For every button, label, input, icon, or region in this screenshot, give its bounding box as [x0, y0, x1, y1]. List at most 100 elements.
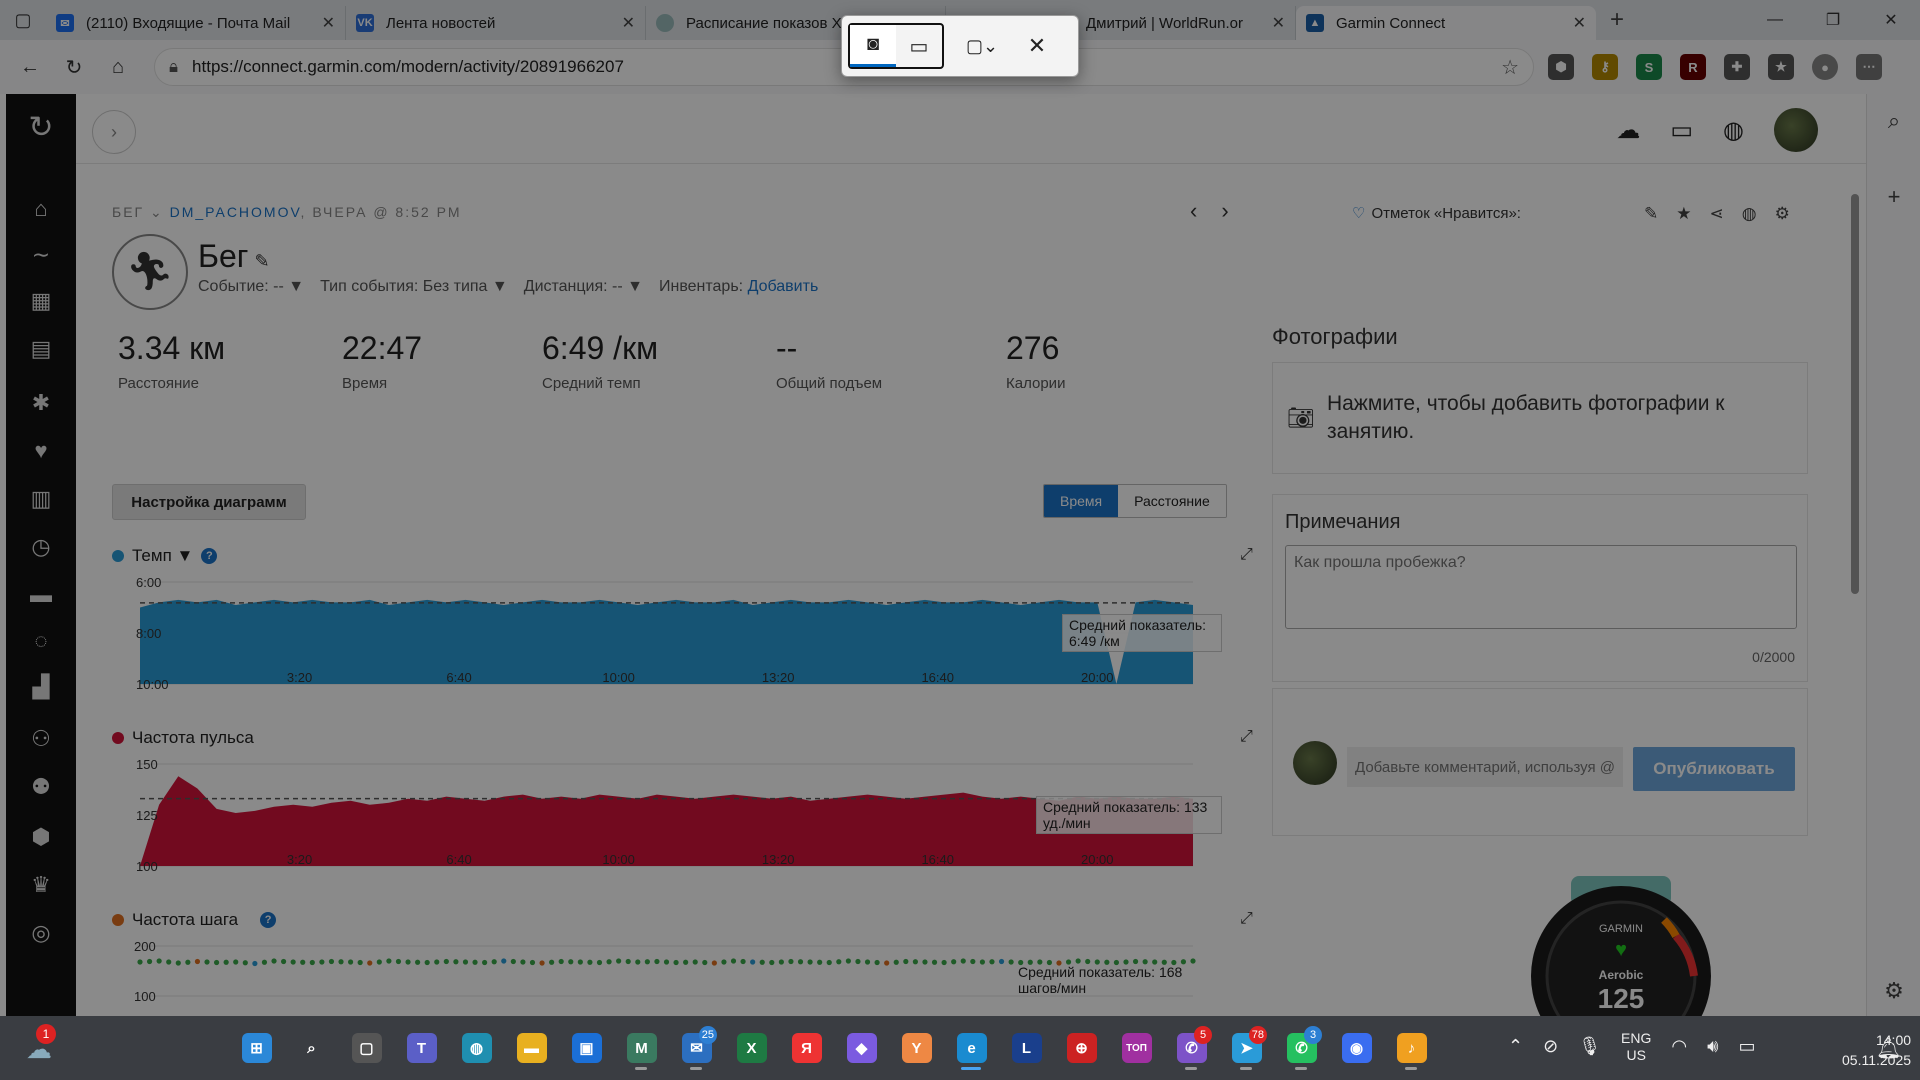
guard-extension-icon[interactable]: S [1636, 54, 1662, 80]
minimize-icon[interactable]: — [1746, 0, 1804, 40]
previous-activity-icon[interactable]: ‹ [1190, 198, 1197, 224]
language-indicator[interactable]: ENG US [1621, 1030, 1651, 1064]
upload-cloud-icon[interactable]: ☁ [1616, 116, 1640, 145]
help-icon[interactable]: ? [201, 548, 218, 564]
pace-chart-svg[interactable]: 6:00 8:00 10:00 3:20 6:40 10:00 13:20 16:40 20:0… [112, 574, 1222, 694]
comment-input[interactable] [1347, 747, 1623, 787]
search-icon[interactable]: ⌕ [1867, 108, 1920, 134]
chevron-up-icon[interactable]: ⌃ [1508, 1036, 1523, 1057]
close-icon[interactable]: ✕ [1014, 25, 1060, 67]
tab-mail[interactable]: ✉ (2110) Входящие - Почта Mail ✕ [46, 6, 346, 40]
top-icon[interactable]: ТОП [1116, 1026, 1157, 1070]
activity-title[interactable]: Бег ✎ [198, 238, 270, 275]
key-extension-icon[interactable]: ⚷ [1592, 54, 1618, 80]
maximize-icon[interactable]: ❐ [1804, 0, 1862, 40]
expand-chart-icon[interactable]: ⤢ [1240, 546, 1253, 564]
chart-title-text[interactable]: Частота пульса [132, 728, 254, 748]
event-type-dropdown[interactable]: Тип события: Без типа ▼ [320, 278, 508, 296]
no-network-icon[interactable]: ⊘ [1543, 1036, 1558, 1057]
page-scrollbar[interactable] [1848, 174, 1862, 1016]
expand-chart-icon[interactable]: ⤢ [1240, 728, 1253, 746]
settings-gear-icon[interactable]: ⚙ [1867, 978, 1920, 1004]
distance-dropdown[interactable]: Дистанция: -- ▼ [524, 278, 643, 296]
favorites-icon[interactable]: ★ [1768, 54, 1794, 80]
tab-close-icon[interactable]: ✕ [622, 13, 635, 33]
edit-pencil-icon[interactable]: ✎ [1644, 204, 1658, 224]
publish-button[interactable]: Опубликовать [1633, 747, 1795, 791]
microphone-icon[interactable]: 🎙︎ [1578, 1036, 1601, 1057]
user-avatar[interactable] [1774, 108, 1818, 152]
excel-icon[interactable]: X [731, 1026, 772, 1070]
new-tab-icon[interactable]: + [1610, 6, 1624, 34]
site-info-icon[interactable]: 🔒︎ [169, 57, 178, 77]
help-icon[interactable]: ? [260, 912, 277, 928]
earth-icon[interactable]: ◍ [456, 1026, 497, 1070]
training-nav-icon[interactable]: ✱ [6, 390, 76, 416]
taskview-icon[interactable]: ▢ [346, 1026, 387, 1070]
inbox-icon[interactable]: ▭ [1670, 116, 1693, 145]
share-icon[interactable]: ⋖ [1710, 204, 1724, 224]
device-watch-icon[interactable]: ◍ [1723, 116, 1744, 145]
antivirus-icon[interactable]: ⊕ [1061, 1026, 1102, 1070]
scroll-thumb[interactable] [1851, 194, 1859, 594]
edge-icon[interactable]: e [951, 1026, 992, 1070]
wifi-icon[interactable]: ◠ [1671, 1036, 1687, 1057]
explorer-icon[interactable]: ▬ [511, 1026, 552, 1070]
next-activity-icon[interactable]: › [1221, 198, 1228, 224]
health-nav-icon[interactable]: ♥ [6, 438, 76, 464]
chart-settings-button[interactable]: Настройка диаграмм [112, 484, 306, 520]
mail-icon[interactable]: ✉ 25 [676, 1026, 717, 1070]
breadcrumb-type[interactable]: БЕГ [112, 204, 144, 220]
toggle-time-button[interactable]: Время [1044, 485, 1119, 517]
add-photos-box[interactable]: 📷︎ Нажмите, чтобы добавить фотографии к … [1272, 362, 1808, 474]
home-icon[interactable]: ⌂ [98, 47, 138, 87]
chart-title-text[interactable]: Частота шага [132, 910, 238, 930]
chart-title[interactable]: Частота шага ? [112, 910, 277, 930]
tab-close-icon[interactable]: ✕ [322, 13, 335, 33]
edit-title-pencil-icon[interactable]: ✎ [254, 251, 269, 271]
chart-title[interactable]: Частота пульса [112, 728, 254, 748]
notes-input[interactable] [1285, 545, 1797, 629]
rectangle-mode-icon[interactable]: ▢⌄ [956, 25, 1008, 67]
breadcrumb-user[interactable]: DM_PACHOMOV [170, 204, 301, 220]
chart-title[interactable]: Темп ▼ ? [112, 546, 218, 566]
tab-close-icon[interactable]: ✕ [1573, 13, 1586, 33]
add-icon[interactable]: + [1867, 184, 1920, 210]
likes-counter[interactable]: ♡ Отметок «Нравится»: [1352, 204, 1521, 222]
profile-icon[interactable]: ● [1812, 54, 1838, 80]
chart-title-text[interactable]: Темп ▼ [132, 546, 193, 566]
weather-widget[interactable]: ☁ 1 [26, 1024, 58, 1064]
devices-nav-icon[interactable]: ◎ [6, 920, 76, 946]
r-extension-icon[interactable]: R [1680, 54, 1706, 80]
settings-gear-icon[interactable]: ⚙ [1775, 204, 1790, 224]
timer-nav-icon[interactable]: ◷ [6, 534, 76, 560]
video-icon[interactable]: ▭ [896, 25, 942, 67]
add-gear-link[interactable]: Добавить [748, 278, 819, 295]
reports-nav-icon[interactable]: ▟ [6, 674, 76, 700]
alice-icon[interactable]: ◆ [841, 1026, 882, 1070]
tab-close-icon[interactable]: ✕ [1272, 13, 1285, 33]
chevron-down-icon[interactable]: ⌄ [150, 204, 164, 220]
l-icon[interactable]: L [1006, 1026, 1047, 1070]
music-icon[interactable]: ♪ [1391, 1026, 1432, 1070]
tab-garmin[interactable]: ▲ Garmin Connect ✕ [1296, 6, 1596, 40]
search-icon[interactable]: ⌕ [291, 1026, 332, 1070]
add-photos-text[interactable]: Нажмите, чтобы добавить фотографии к зан… [1327, 390, 1793, 447]
favorite-star-icon[interactable]: ★ [1676, 204, 1691, 224]
heart-icon[interactable]: ♡ [1352, 205, 1365, 222]
privacy-globe-icon[interactable]: ◍ [1742, 204, 1757, 224]
ybrowser-icon[interactable]: Y [896, 1026, 937, 1070]
toggle-distance-button[interactable]: Расстояние [1118, 485, 1226, 517]
reload-icon[interactable]: ↻ [54, 47, 94, 87]
challenges-nav-icon[interactable]: ♛ [6, 872, 76, 898]
news-nav-icon[interactable]: ▤ [6, 336, 76, 362]
notification-bell-icon[interactable]: 🔔︎ [1876, 1036, 1901, 1061]
expand-chart-icon[interactable]: ⤢ [1240, 910, 1253, 928]
back-icon[interactable]: ← [10, 47, 50, 87]
calendar-nav-icon[interactable]: ▦ [6, 288, 76, 314]
camera-icon[interactable]: ◙ [850, 25, 896, 67]
activity-nav-icon[interactable]: ∼ [6, 242, 76, 268]
volume-icon[interactable]: 🔊︎ [1707, 1036, 1718, 1057]
telegram-icon[interactable]: ➤ 78 [1226, 1026, 1267, 1070]
close-window-icon[interactable]: ✕ [1862, 0, 1920, 40]
